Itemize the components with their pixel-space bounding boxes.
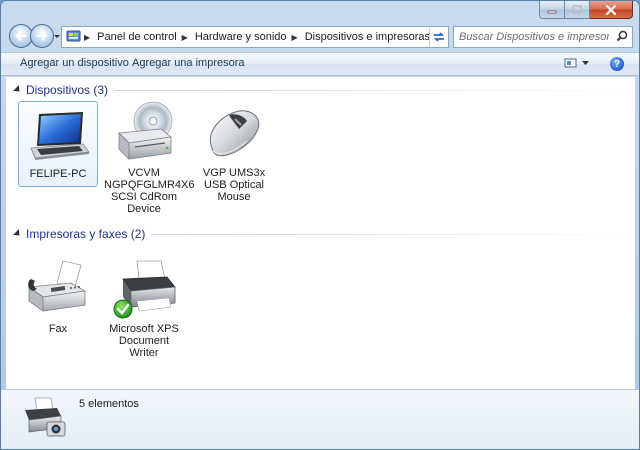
search-icon[interactable] xyxy=(616,30,628,45)
close-icon xyxy=(605,4,617,15)
content-pane: Dispositivos (3) FELIPE-PC VCVM NGPQFGLM… xyxy=(6,77,639,389)
cdrom-drive-icon xyxy=(118,101,173,160)
chevron-down-icon xyxy=(54,35,60,38)
breadcrumb-hardware-sound[interactable]: Hardware y sonido xyxy=(192,27,290,47)
devices-printers-icon xyxy=(25,397,66,437)
breadcrumb-separator-icon[interactable]: ▶ xyxy=(82,33,94,42)
printer-default-icon xyxy=(113,260,176,319)
change-view-button[interactable] xyxy=(564,57,589,69)
breadcrumb-control-panel[interactable]: Panel de control xyxy=(94,27,180,47)
laptop-icon xyxy=(30,112,90,160)
recent-pages-button[interactable] xyxy=(53,31,61,41)
details-pane: 5 elementos xyxy=(1,389,639,449)
control-panel-icon xyxy=(66,29,82,46)
breadcrumb-separator-icon[interactable]: ▶ xyxy=(290,33,302,42)
breadcrumb-separator-icon[interactable]: ▶ xyxy=(180,33,192,42)
forward-button[interactable] xyxy=(30,24,54,48)
help-button[interactable]: ? xyxy=(610,57,624,71)
address-bar[interactable]: ▶ Panel de control ▶ Hardware y sonido ▶… xyxy=(61,26,449,48)
explorer-window: ▶ Panel de control ▶ Hardware y sonido ▶… xyxy=(0,0,640,450)
refresh-button[interactable] xyxy=(429,26,449,48)
add-printer-button[interactable]: Agregar una impresora xyxy=(132,57,245,69)
maximize-button[interactable] xyxy=(565,1,590,19)
fax-icon xyxy=(27,260,87,312)
close-button[interactable] xyxy=(590,1,633,19)
chevron-down-icon xyxy=(582,60,589,65)
group-header-devices[interactable]: Dispositivos (3) xyxy=(13,83,639,97)
group-divider xyxy=(114,89,639,91)
view-icon xyxy=(564,58,577,68)
device-label: VGP UMS3x USB Optical Mouse xyxy=(202,167,266,203)
maximize-icon xyxy=(572,5,582,14)
search-input[interactable] xyxy=(459,31,609,43)
printer-label: Fax xyxy=(48,323,68,335)
minimize-icon xyxy=(547,10,557,13)
group-header-printers[interactable]: Impresoras y faxes (2) xyxy=(13,227,639,241)
item-count: 5 elementos xyxy=(79,398,139,410)
printer-item[interactable]: Fax xyxy=(18,257,98,335)
arrow-left-icon xyxy=(15,31,26,41)
window-caption-buttons xyxy=(539,1,633,20)
add-device-button[interactable]: Agregar un dispositivo xyxy=(20,57,129,69)
breadcrumb-devices-printers[interactable]: Dispositivos e impresoras xyxy=(302,27,433,47)
group-title: Impresoras y faxes (2) xyxy=(26,227,146,241)
collapse-triangle-icon[interactable] xyxy=(13,228,23,238)
navigation-bar: ▶ Panel de control ▶ Hardware y sonido ▶… xyxy=(1,23,639,49)
command-bar: Agregar un dispositivo Agregar una impre… xyxy=(1,52,639,76)
device-label: VCVM NGPQFGLMR4X6 SCSI CdRom Device xyxy=(104,167,195,215)
arrow-right-icon xyxy=(37,31,48,41)
device-item[interactable]: VGP UMS3x USB Optical Mouse xyxy=(194,101,274,203)
printer-label: Microsoft XPS Document Writer xyxy=(109,323,179,359)
printer-item[interactable]: Microsoft XPS Document Writer xyxy=(104,257,184,359)
device-label: FELIPE-PC xyxy=(29,168,87,180)
device-item[interactable]: VCVM NGPQFGLMR4X6 SCSI CdRom Device xyxy=(104,101,195,221)
group-divider xyxy=(151,233,639,235)
minimize-button[interactable] xyxy=(539,1,565,19)
device-item[interactable]: FELIPE-PC xyxy=(18,101,98,187)
refresh-icon xyxy=(433,32,445,42)
collapse-triangle-icon[interactable] xyxy=(13,84,23,94)
search-box[interactable] xyxy=(453,26,633,48)
mouse-icon xyxy=(209,110,260,157)
group-title: Dispositivos (3) xyxy=(26,83,109,97)
